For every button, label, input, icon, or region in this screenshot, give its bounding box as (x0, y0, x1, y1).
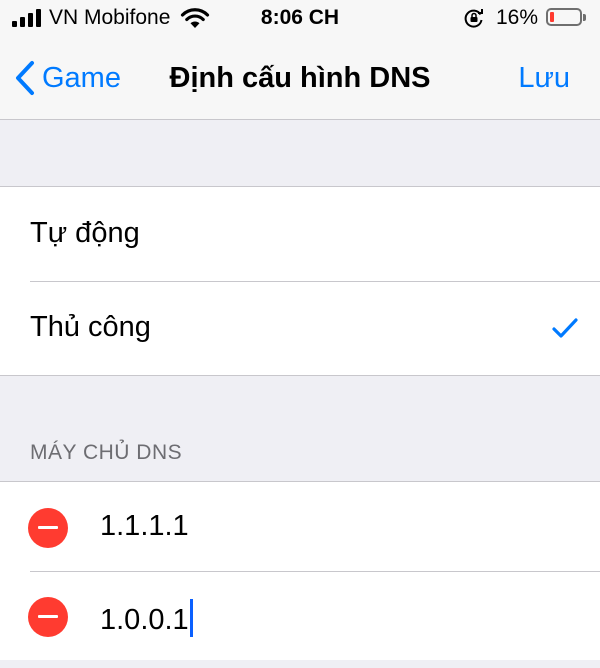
dns-server-row: 1.0.0.1 (0, 571, 600, 660)
status-right: 16% (464, 6, 586, 30)
save-button[interactable]: Lưu (518, 62, 570, 95)
remove-icon[interactable] (28, 508, 68, 548)
back-button-label: Game (42, 61, 121, 94)
option-automatic-label: Tự động (30, 217, 140, 249)
option-manual[interactable]: Thủ công (0, 281, 600, 375)
rotation-lock-icon (464, 9, 483, 28)
battery-percent: 16% (495, 6, 538, 29)
text-cursor (189, 599, 193, 637)
navigation-bar: Game Định cấu hình DNS Lưu (0, 40, 600, 120)
status-bar: VN Mobifone 8:06 CH 16% (0, 0, 600, 40)
back-button[interactable]: Game (14, 60, 121, 96)
battery-level (550, 12, 554, 22)
dns-mode-group: Tự động Thủ công (0, 186, 600, 376)
dns-servers-header: MÁY CHỦ DNS (30, 441, 183, 464)
checkmark-icon (552, 318, 578, 338)
dns-server-value: 1.0.0.1 (100, 604, 189, 636)
remove-icon[interactable] (28, 597, 68, 637)
battery-icon (546, 8, 586, 28)
dns-server-input-active[interactable]: 1.0.0.1 (100, 599, 193, 637)
dns-server-row: 1.1.1.1 (0, 482, 600, 571)
chevron-left-icon (16, 61, 34, 95)
option-automatic[interactable]: Tự động (0, 187, 600, 281)
dns-server-input[interactable]: 1.1.1.1 (100, 510, 189, 543)
option-manual-label: Thủ công (30, 311, 151, 343)
dns-servers-group: 1.1.1.1 1.0.0.1 (0, 481, 600, 660)
